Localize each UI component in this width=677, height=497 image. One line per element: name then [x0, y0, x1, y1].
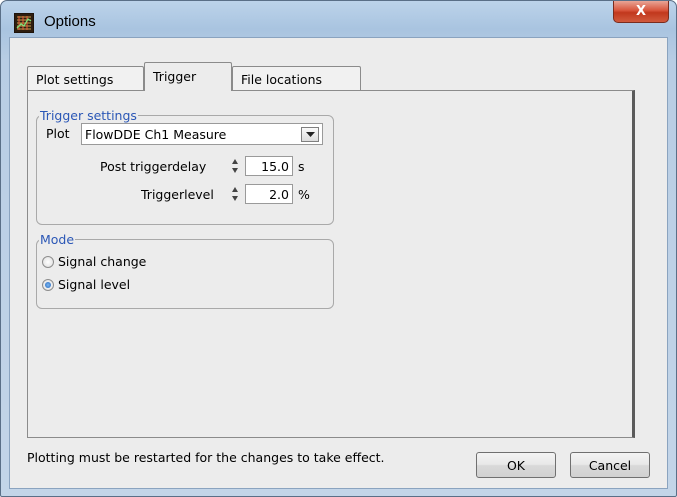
trigger-tab-panel: Trigger settings Plot FlowDDE Ch1 Measur…: [27, 90, 635, 438]
post-triggerdelay-label: Post triggerdelay: [100, 159, 207, 174]
chevron-down-icon[interactable]: [301, 127, 319, 142]
post-triggerdelay-spinner[interactable]: [231, 156, 239, 176]
tab-trigger[interactable]: Trigger: [144, 62, 232, 91]
plot-label: Plot: [46, 126, 70, 141]
trigger-settings-group: Trigger settings Plot FlowDDE Ch1 Measur…: [36, 108, 334, 225]
plot-select[interactable]: FlowDDE Ch1 Measure: [81, 123, 323, 145]
post-triggerdelay-input[interactable]: 15.0: [245, 156, 293, 176]
triggerlevel-input[interactable]: 2.0: [245, 184, 293, 204]
mode-group: Mode Signal change Signal level: [36, 232, 334, 309]
tab-strip: Plot settings Trigger File locations: [27, 62, 627, 91]
ok-button[interactable]: OK: [476, 452, 556, 478]
plot-select-value: FlowDDE Ch1 Measure: [85, 127, 227, 142]
title-bar[interactable]: Options X: [1, 1, 676, 37]
options-dialog: Options X Plot settings Trigger File loc…: [0, 0, 677, 497]
tab-plot-settings[interactable]: Plot settings: [27, 66, 144, 90]
dialog-body: Plot settings Trigger File locations Tri…: [9, 37, 668, 489]
tab-file-locations[interactable]: File locations: [232, 66, 361, 90]
window-title: Options: [44, 13, 96, 30]
signal-level-label[interactable]: Signal level: [58, 277, 130, 292]
mode-title: Mode: [39, 232, 76, 247]
cancel-button[interactable]: Cancel: [570, 452, 650, 478]
close-button[interactable]: X: [613, 1, 669, 23]
chart-grid-icon: [14, 13, 34, 33]
triggerlevel-spinner[interactable]: [231, 184, 239, 204]
triggerlevel-unit: %: [298, 187, 310, 202]
signal-change-radio[interactable]: [42, 256, 54, 268]
restart-notice: Plotting must be restarted for the chang…: [27, 450, 385, 465]
signal-change-label[interactable]: Signal change: [58, 254, 146, 269]
post-triggerdelay-unit: s: [298, 159, 305, 174]
trigger-settings-title: Trigger settings: [39, 108, 138, 123]
triggerlevel-label: Triggerlevel: [141, 187, 214, 202]
signal-level-radio[interactable]: [42, 279, 54, 291]
